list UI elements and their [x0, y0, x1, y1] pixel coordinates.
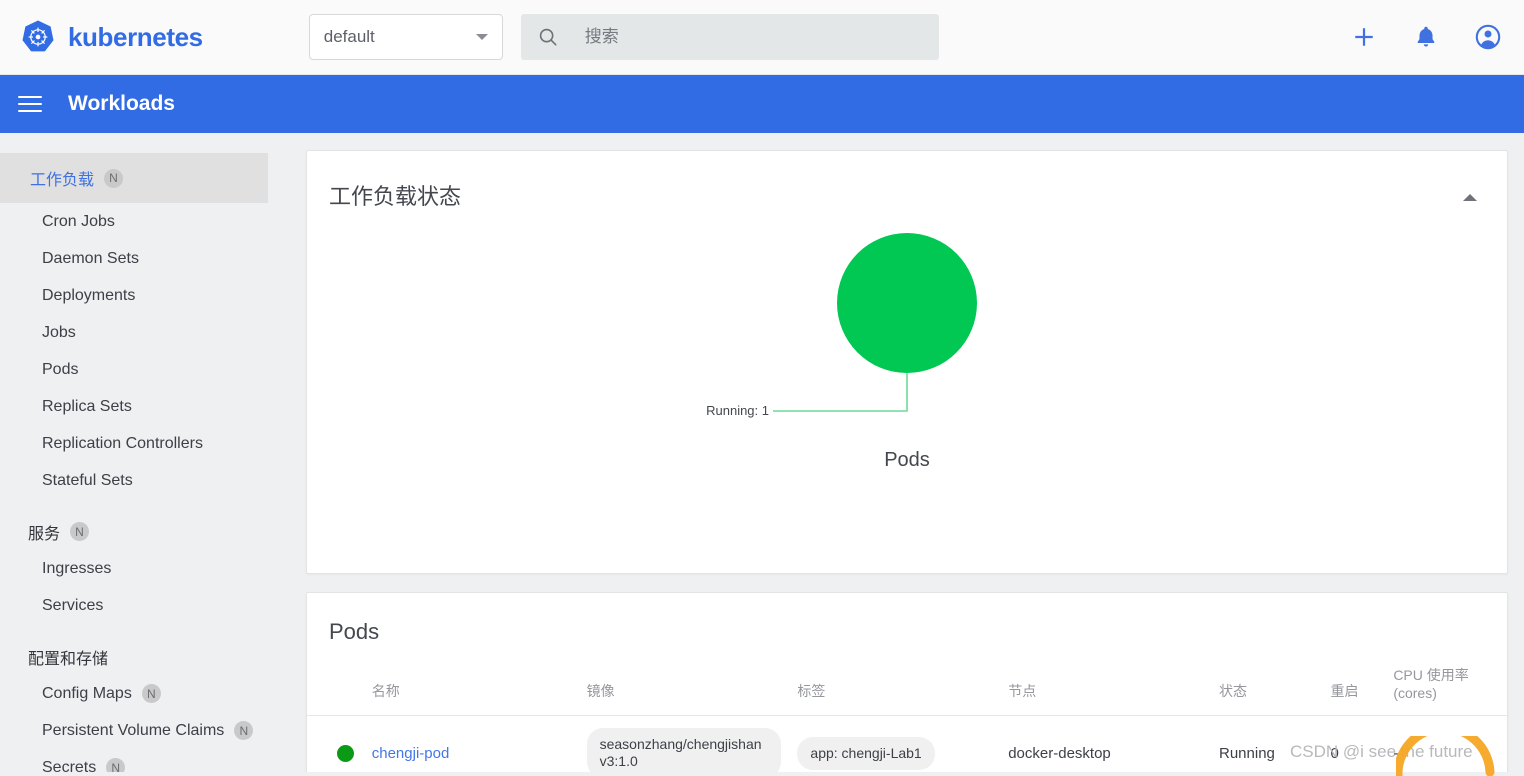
plus-icon[interactable]: [1350, 23, 1378, 51]
pod-name-link[interactable]: chengji-pod: [372, 745, 450, 762]
label-pill: app: chengji-Lab1: [797, 736, 935, 770]
pie-slice-label: Running: 1: [706, 403, 769, 418]
sidebar-item-11[interactable]: Services: [0, 587, 290, 624]
sidebar-item-6[interactable]: Replica Sets: [0, 388, 290, 425]
main-content: 工作负载状态 Running: 1 Pods Pods 名称 镜像 标签 节点: [290, 133, 1524, 772]
sidebar-item-label: 服务: [28, 525, 61, 543]
sidebar-item-badge: N: [104, 168, 124, 188]
th-cpu-line1: CPU 使用率: [1393, 667, 1469, 683]
sidebar-item-15[interactable]: Secrets N: [0, 749, 290, 772]
sidebar-item-3[interactable]: Deployments: [0, 277, 290, 314]
status-dot-icon: [337, 744, 354, 762]
workload-status-title: 工作负载状态: [329, 184, 462, 209]
th-image[interactable]: 镜像: [578, 659, 790, 716]
chevron-up-icon: [1463, 177, 1477, 201]
sidebar-item-badge: N: [70, 522, 90, 541]
chevron-down-icon: [475, 34, 488, 40]
search-input[interactable]: [584, 27, 923, 47]
th-name[interactable]: 名称: [363, 659, 579, 716]
table-row[interactable]: chengji-pod seasonzhang/chengjishanv3:1.0…: [307, 716, 1507, 773]
sidebar-item-badge: N: [141, 684, 161, 703]
sidebar-item-label: Cron Jobs: [42, 212, 115, 230]
sidebar-item-12[interactable]: 配置和存储: [0, 638, 290, 675]
th-restarts[interactable]: 重启: [1322, 659, 1386, 716]
chart-caption: Pods: [884, 449, 930, 471]
sidebar-item-label: Ingresses: [42, 559, 112, 577]
sidebar-item-label: Persistent Volume Claims: [42, 721, 225, 739]
table-header-row: 名称 镜像 标签 节点 状态 重启 CPU 使用率 (cores): [307, 659, 1507, 716]
sidebar-item-7[interactable]: Replication Controllers: [0, 425, 290, 462]
image-pill: seasonzhang/chengjishanv3:1.0: [586, 728, 782, 772]
th-status-indicator: [307, 659, 364, 716]
sidebar-item-9[interactable]: 服务 N: [0, 513, 290, 550]
sidebar-item-label: 工作负载: [30, 172, 95, 189]
th-status[interactable]: 状态: [1211, 659, 1323, 716]
namespace-selector[interactable]: default: [308, 14, 503, 60]
sidebar-item-label: Daemon Sets: [42, 249, 139, 267]
sidebar-item-label: Jobs: [42, 323, 76, 341]
cell-image: seasonzhang/chengjishanv3:1.0: [579, 716, 790, 772]
namespace-value: default: [323, 27, 375, 46]
sidebar-item-2[interactable]: Daemon Sets: [0, 240, 290, 277]
brand-text: kubernetes: [68, 21, 203, 52]
hamburger-menu-icon[interactable]: [18, 91, 42, 117]
cell-cpu: -: [1393, 744, 1399, 762]
sidebar-item-label: Replica Sets: [42, 397, 132, 415]
pods-table: 名称 镜像 标签 节点 状态 重启 CPU 使用率 (cores) chengj…: [307, 659, 1507, 772]
sidebar-item-badge: N: [234, 721, 254, 740]
sidebar-item-4[interactable]: Jobs: [0, 314, 290, 351]
row-status-indicator: [307, 716, 364, 773]
sidebar-item-13[interactable]: Config Maps N: [0, 675, 290, 712]
account-circle-icon[interactable]: [1474, 23, 1502, 51]
brand-logo[interactable]: kubernetes: [20, 19, 203, 55]
sidebar-item-label: Stateful Sets: [42, 471, 133, 489]
kubernetes-helm-icon: [22, 20, 54, 52]
th-node[interactable]: 节点: [1000, 659, 1211, 716]
sidebar-item-8[interactable]: Stateful Sets: [0, 462, 290, 499]
search-box[interactable]: [520, 14, 939, 60]
pods-status-pie-chart: Running: 1 Pods: [706, 233, 977, 471]
sidebar-item-badge: N: [106, 758, 126, 772]
sidebar-item-label: 配置和存储: [28, 650, 109, 668]
sidebar-item-14[interactable]: Persistent Volume Claims N: [0, 712, 290, 749]
bell-icon[interactable]: [1412, 23, 1440, 51]
sidebar-item-label: Secrets: [42, 758, 97, 773]
th-labels[interactable]: 标签: [789, 659, 1001, 716]
cell-name: chengji-pod: [364, 716, 579, 773]
sidebar-item-label: Services: [42, 596, 104, 614]
workload-status-card: 工作负载状态 Running: 1 Pods: [306, 150, 1508, 574]
cell-node: docker-desktop: [1008, 744, 1111, 762]
th-cpu-usage[interactable]: CPU 使用率 (cores): [1385, 659, 1507, 716]
pie-slice-running[interactable]: [837, 233, 977, 373]
cell-restarts: 0: [1330, 744, 1339, 762]
page-title: Workloads: [68, 92, 175, 115]
sidebar-item-10[interactable]: Ingresses: [0, 550, 290, 587]
leader-line: [773, 373, 908, 412]
top-bar: kubernetes default: [0, 0, 1524, 75]
page-header-bar: Workloads: [0, 75, 1524, 133]
sidebar-item-0[interactable]: 工作负载 N: [0, 153, 268, 203]
sidebar-item-5[interactable]: Pods: [0, 351, 290, 388]
sidebar-item-1[interactable]: Cron Jobs: [0, 203, 290, 240]
topbar-actions: [1350, 23, 1502, 51]
sidebar: 工作负载 N Cron Jobs Daemon Sets Deployments Jobs…: [0, 133, 290, 772]
pods-card-title: Pods: [329, 619, 380, 644]
th-cpu-line2: (cores): [1393, 685, 1437, 701]
sidebar-item-label: Pods: [42, 360, 79, 378]
pods-card: Pods 名称 镜像 标签 节点 状态 重启 CPU 使用率 (cores) c: [306, 592, 1508, 772]
collapse-card-button[interactable]: [1463, 177, 1477, 201]
sidebar-item-label: Replication Controllers: [42, 434, 203, 452]
cell-labels: app: chengji-Lab1: [789, 716, 1000, 773]
sidebar-item-label: Config Maps: [42, 684, 132, 702]
sidebar-item-label: Deployments: [42, 286, 136, 304]
cell-status: Running: [1219, 744, 1275, 762]
search-icon: [539, 28, 557, 46]
